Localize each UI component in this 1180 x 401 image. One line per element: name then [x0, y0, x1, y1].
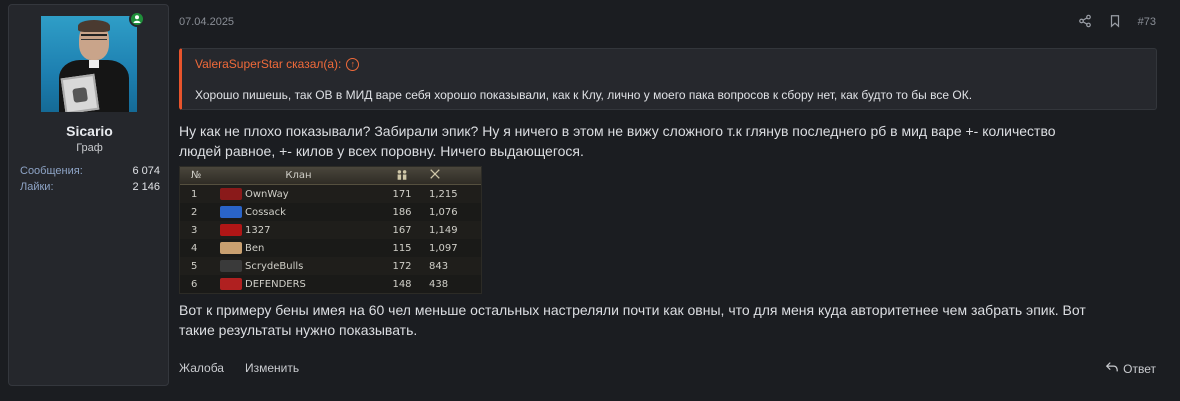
stat-label: Лайки:	[20, 181, 54, 193]
share-icon[interactable]	[1078, 14, 1094, 30]
clan-emblem-icon	[220, 206, 242, 218]
clan-name: DEFENDERS	[245, 278, 306, 290]
edit-link[interactable]: Изменить	[245, 361, 299, 375]
col-num: №	[191, 170, 202, 181]
online-status-icon	[129, 11, 145, 27]
clan-name: ScrydeBulls	[245, 260, 304, 272]
message-line: людей равное, +- килов у всех поровну. Н…	[179, 143, 584, 159]
clan-rank: 2	[191, 206, 198, 218]
username[interactable]: Sicario	[9, 123, 170, 139]
clan-members: 171	[392, 188, 412, 200]
clan-name: Cossack	[245, 206, 286, 218]
arrow-up-circle-icon[interactable]: ↑	[346, 57, 360, 71]
clan-emblem-icon	[220, 242, 242, 254]
clan-table-row: 5 ScrydeBulls 172 843	[180, 257, 481, 275]
col-clan: Клан	[285, 170, 312, 181]
clan-name-cell: DEFENDERS	[216, 278, 381, 290]
clan-rank: 6	[191, 278, 198, 290]
stat-value: 6 074	[132, 165, 160, 177]
user-cell: Sicario Граф Сообщения: 6 074 Лайки: 2 1…	[8, 4, 169, 386]
clan-rank: 4	[191, 242, 198, 254]
avatar[interactable]	[41, 16, 137, 112]
clan-emblem-icon	[220, 224, 242, 236]
post-number-link[interactable]: #73	[1138, 16, 1156, 28]
members-icon	[381, 169, 423, 183]
bookmark-icon[interactable]	[1108, 14, 1124, 30]
clan-rank: 5	[191, 260, 198, 272]
clan-table-body: 1 OwnWay 171 1,215 2 Cossack 186 1,076 3 1327 167 1…	[180, 185, 481, 293]
clan-name-cell: ScrydeBulls	[216, 260, 381, 272]
forum-post: Sicario Граф Сообщения: 6 074 Лайки: 2 1…	[8, 4, 1168, 394]
clan-kills: 1,149	[429, 224, 458, 236]
quote-author-label: ValeraSuperStar сказал(а):	[195, 57, 342, 71]
message-line: Вот к примеру бены имея на 60 чел меньше…	[179, 302, 1086, 318]
message-paragraph: Ну как не плохо показывали? Забирали эпи…	[179, 121, 1159, 161]
message-line: такие результаты нужно показывать.	[179, 322, 418, 338]
clan-table-header: № Клан	[180, 167, 481, 185]
clan-kills: 843	[429, 260, 449, 272]
quote-text: Хорошо пишешь, так ОВ в МИД варе себя хо…	[195, 88, 973, 102]
clan-rank: 1	[191, 188, 198, 200]
clan-name: OwnWay	[245, 188, 289, 200]
clan-kills: 1,215	[429, 188, 458, 200]
clan-ranking-image: № Клан 1 OwnWay 171 1,215 2 Cossack 186 1,076 3 1…	[179, 166, 482, 294]
reply-icon	[1105, 360, 1119, 377]
clan-emblem-icon	[220, 278, 242, 290]
user-title: Граф	[76, 142, 103, 154]
clan-name: Ben	[245, 242, 265, 254]
clan-members: 115	[392, 242, 412, 254]
stat-messages: Сообщения: 6 074	[20, 165, 160, 177]
clan-members: 172	[392, 260, 412, 272]
stat-value: 2 146	[132, 181, 160, 193]
report-link[interactable]: Жалоба	[179, 361, 224, 375]
message-paragraph: Вот к примеру бены имея на 60 чел меньше…	[179, 300, 1159, 340]
clan-table-row: 4 Ben 115 1,097	[180, 239, 481, 257]
post-date[interactable]: 07.04.2025	[179, 16, 234, 28]
clan-name-cell: OwnWay	[216, 188, 381, 200]
clan-name-cell: 1327	[216, 224, 381, 236]
message-line: Ну как не плохо показывали? Забирали эпи…	[179, 123, 1056, 139]
reply-label: Ответ	[1123, 361, 1156, 376]
clan-kills: 438	[429, 278, 449, 290]
clan-kills: 1,076	[429, 206, 458, 218]
stat-label: Сообщения:	[20, 165, 83, 177]
clan-emblem-icon	[220, 260, 242, 272]
clan-name-cell: Ben	[216, 242, 381, 254]
clan-kills: 1,097	[429, 242, 458, 254]
post-header-actions: #73	[1078, 14, 1156, 30]
clan-table-row: 3 1327 167 1,149	[180, 221, 481, 239]
clan-rank: 3	[191, 224, 198, 236]
reply-button[interactable]: Ответ	[1105, 360, 1156, 377]
clan-table-row: 1 OwnWay 171 1,215	[180, 185, 481, 203]
clan-table-row: 2 Cossack 186 1,076	[180, 203, 481, 221]
clan-name-cell: Cossack	[216, 206, 381, 218]
clan-emblem-icon	[220, 188, 242, 200]
clan-name: 1327	[245, 224, 271, 236]
clan-table-row: 6 DEFENDERS 148 438	[180, 275, 481, 293]
crossed-swords-icon	[423, 168, 469, 183]
clan-members: 148	[392, 278, 412, 290]
clan-members: 186	[392, 206, 412, 218]
quote-block: ValeraSuperStar сказал(а): ↑ Хорошо пише…	[179, 48, 1157, 110]
stat-likes: Лайки: 2 146	[20, 181, 160, 193]
quote-author[interactable]: ValeraSuperStar сказал(а): ↑	[195, 57, 360, 71]
clan-members: 167	[392, 224, 412, 236]
